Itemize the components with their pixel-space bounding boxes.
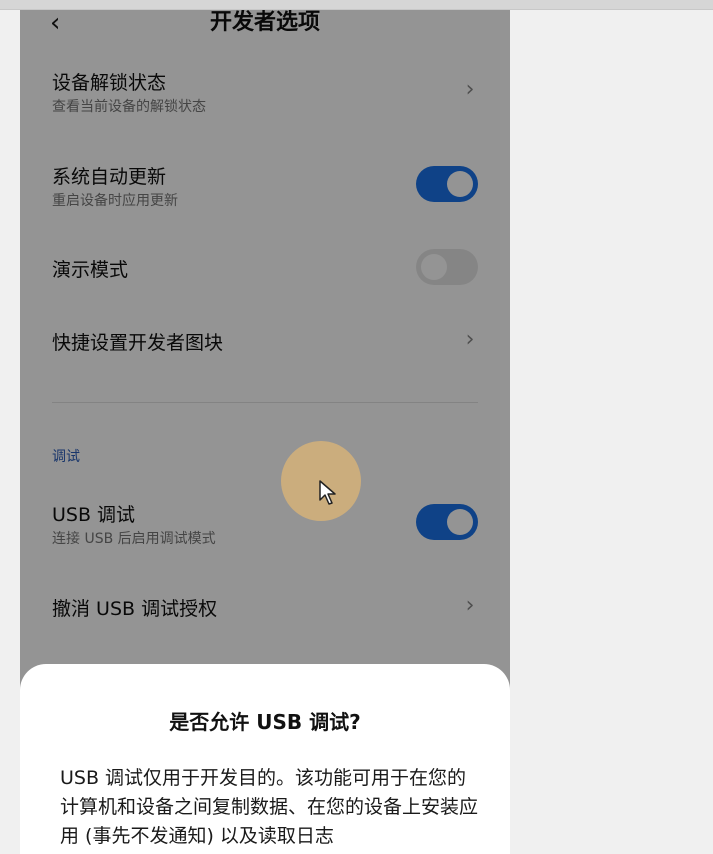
usb-debug-dialog: 是否允许 USB 调试? USB 调试仅用于开发目的。该功能可用于在您的计算机和… (20, 664, 510, 854)
mouse-cursor-icon (319, 480, 336, 505)
window-top-edge (0, 0, 713, 10)
dialog-title: 是否允许 USB 调试? (169, 710, 361, 734)
dialog-message: USB 调试仅用于开发目的。该功能可用于在您的计算机和设备之间复制数据、在您的设… (60, 767, 479, 847)
